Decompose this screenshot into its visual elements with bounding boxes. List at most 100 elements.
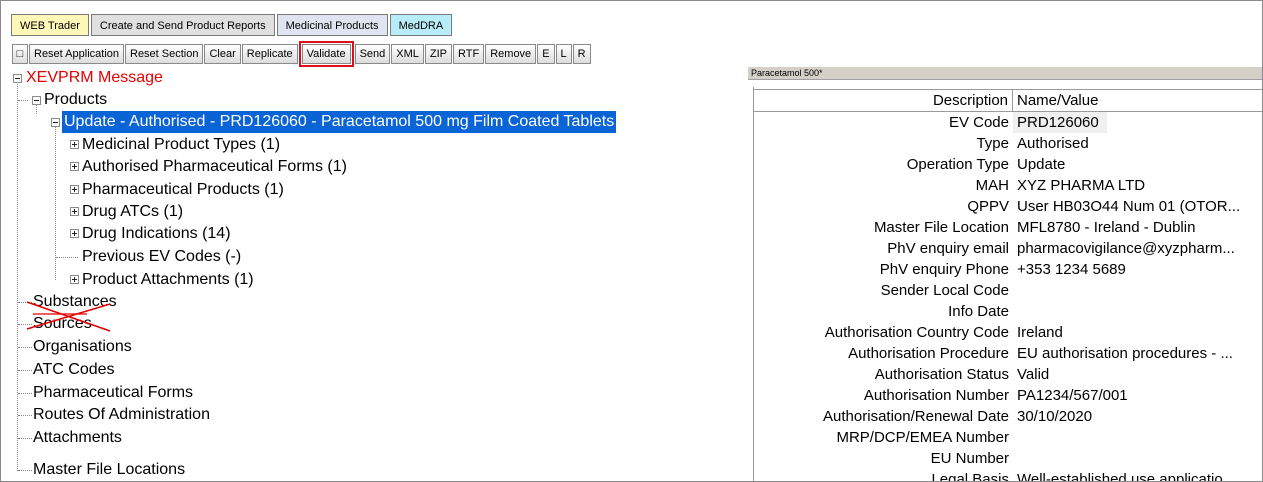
property-label: Operation Type: [906, 156, 1009, 173]
tree-line: [18, 470, 32, 471]
tree-item-master-file-locations[interactable]: Master File Locations: [33, 459, 185, 481]
collapse-icon[interactable]: [13, 74, 22, 83]
remove-button[interactable]: Remove: [485, 44, 537, 64]
property-row[interactable]: EU Number: [753, 448, 1262, 469]
property-value[interactable]: PA1234/567/001: [1013, 385, 1262, 406]
tree-item-products[interactable]: Products: [44, 89, 107, 111]
grid-header-row: Description Name/Value: [753, 89, 1262, 112]
property-label: MAH: [975, 177, 1009, 194]
l-button[interactable]: L: [555, 44, 572, 64]
tab-medicinal-products[interactable]: Medicinal Products: [276, 14, 388, 36]
property-label: Authorisation Status: [874, 366, 1009, 383]
expand-icon[interactable]: [70, 185, 79, 194]
property-row[interactable]: Info Date: [753, 301, 1262, 322]
property-label: QPPV: [967, 198, 1009, 215]
tree-item-atc-codes[interactable]: ATC Codes: [33, 359, 115, 381]
property-label: Authorisation Number: [863, 387, 1009, 404]
expand-icon[interactable]: [70, 162, 79, 171]
property-value[interactable]: Valid: [1013, 364, 1262, 385]
expand-icon[interactable]: [70, 229, 79, 238]
tab-web-trader[interactable]: WEB Trader: [11, 14, 89, 36]
expand-icon[interactable]: [70, 207, 79, 216]
property-label: MRP/DCP/EMEA Number: [836, 429, 1009, 446]
toolbar: □ Reset Application Reset Section Clear …: [12, 41, 591, 67]
property-row[interactable]: PhV enquiry Phone +353 1234 5689: [753, 259, 1262, 280]
reset-application-button[interactable]: Reset Application: [29, 44, 124, 64]
tree-item-drug-indications[interactable]: Drug Indications (14): [82, 223, 231, 245]
property-row[interactable]: Authorisation Procedure EU authorisation …: [753, 343, 1262, 364]
panel-title: Paracetamol 500*: [748, 67, 1262, 80]
tree-line: [36, 104, 37, 114]
tree-item-product-attachments[interactable]: Product Attachments (1): [82, 269, 254, 291]
reset-section-button[interactable]: Reset Section: [125, 44, 204, 64]
property-value[interactable]: PRD126060: [1013, 112, 1107, 133]
grid-header-value: Name/Value: [1017, 92, 1099, 109]
tree-root-xevprm[interactable]: XEVPRM Message: [26, 67, 163, 89]
xevprm-tree: XEVPRM Message Products Update - Authori…: [13, 67, 735, 481]
property-row[interactable]: PhV enquiry email pharmacovigilance@xyzph…: [753, 238, 1262, 259]
expand-icon[interactable]: [70, 140, 79, 149]
property-row[interactable]: Authorisation Number PA1234/567/001: [753, 385, 1262, 406]
property-row[interactable]: Authorisation/Renewal Date 30/10/2020: [753, 406, 1262, 427]
property-row[interactable]: Authorisation Status Valid: [753, 364, 1262, 385]
property-value[interactable]: Well-established use applicatio...: [1013, 469, 1262, 481]
property-label: Legal Basis: [931, 471, 1009, 482]
property-label: EV Code: [948, 114, 1009, 131]
property-label: Authorisation/Renewal Date: [823, 408, 1009, 425]
validate-button[interactable]: Validate: [298, 41, 354, 67]
clear-button[interactable]: Clear: [204, 44, 241, 64]
property-row[interactable]: Legal Basis Well-established use applicat…: [753, 469, 1262, 482]
tree-line: [18, 370, 32, 371]
rtf-button[interactable]: RTF: [453, 44, 485, 64]
tree-item-drug-atcs[interactable]: Drug ATCs (1): [82, 201, 183, 223]
expand-icon[interactable]: [70, 275, 79, 284]
tree-line: [18, 415, 32, 416]
tree-item-previous-ev-codes[interactable]: Previous EV Codes (-): [82, 246, 241, 268]
property-row[interactable]: Type Authorised: [753, 133, 1262, 154]
property-label: Info Date: [948, 303, 1009, 320]
property-row[interactable]: EV Code PRD126060: [753, 112, 1262, 133]
tree-item-selected-product[interactable]: Update - Authorised - PRD126060 - Parace…: [62, 111, 617, 133]
tree-item-organisations[interactable]: Organisations: [33, 336, 132, 358]
zip-button[interactable]: ZIP: [424, 44, 453, 64]
property-row[interactable]: QPPV User HB03O44 Num 01 (OTOR...: [753, 196, 1262, 217]
xml-button[interactable]: XML: [391, 44, 424, 64]
collapse-icon[interactable]: [32, 96, 41, 105]
replicate-button[interactable]: Replicate: [241, 44, 298, 64]
property-value[interactable]: MFL8780 - Ireland - Dublin: [1013, 217, 1262, 238]
property-label: Type: [976, 135, 1009, 152]
tab-meddra[interactable]: MedDRA: [389, 14, 453, 36]
collapse-icon[interactable]: [51, 118, 60, 127]
tree-line: [56, 257, 78, 258]
property-value[interactable]: pharmacovigilance@xyzpharm...: [1013, 238, 1262, 259]
property-value[interactable]: +353 1234 5689: [1013, 259, 1262, 280]
tree-item-pharmaceutical-products[interactable]: Pharmaceutical Products (1): [82, 179, 284, 201]
tab-create-send-reports[interactable]: Create and Send Product Reports: [90, 14, 275, 36]
r-button[interactable]: R: [572, 44, 591, 64]
tree-item-authorised-pharmaceutical-forms[interactable]: Authorised Pharmaceutical Forms (1): [82, 156, 347, 178]
property-value[interactable]: EU authorisation procedures - ...: [1013, 343, 1262, 364]
tree-item-routes-of-administration[interactable]: Routes Of Administration: [33, 404, 210, 426]
property-row[interactable]: MAH XYZ PHARMA LTD: [753, 175, 1262, 196]
strikethrough-cross-icon: [26, 301, 111, 332]
property-value[interactable]: Ireland: [1013, 322, 1262, 343]
grid-header-description: Description: [753, 90, 1013, 111]
property-value[interactable]: XYZ PHARMA LTD: [1013, 175, 1262, 196]
e-button[interactable]: E: [537, 44, 555, 64]
toggle-button[interactable]: □: [12, 44, 28, 64]
property-label: Sender Local Code: [880, 282, 1009, 299]
send-button[interactable]: Send: [354, 44, 391, 64]
property-value[interactable]: User HB03O44 Num 01 (OTOR...: [1013, 196, 1262, 217]
property-row[interactable]: Authorisation Country Code Ireland: [753, 322, 1262, 343]
property-row[interactable]: Sender Local Code: [753, 280, 1262, 301]
property-row[interactable]: Master File Location MFL8780 - Ireland - …: [753, 217, 1262, 238]
property-value[interactable]: Update: [1013, 154, 1262, 175]
property-value[interactable]: Authorised: [1013, 133, 1262, 154]
tree-item-pharmaceutical-forms[interactable]: Pharmaceutical Forms: [33, 382, 193, 404]
tree-line: [18, 393, 32, 394]
property-row[interactable]: MRP/DCP/EMEA Number: [753, 427, 1262, 448]
tree-item-attachments[interactable]: Attachments: [33, 427, 122, 449]
property-row[interactable]: Operation Type Update: [753, 154, 1262, 175]
property-value[interactable]: 30/10/2020: [1013, 406, 1262, 427]
tree-item-medicinal-product-types[interactable]: Medicinal Product Types (1): [82, 134, 280, 156]
